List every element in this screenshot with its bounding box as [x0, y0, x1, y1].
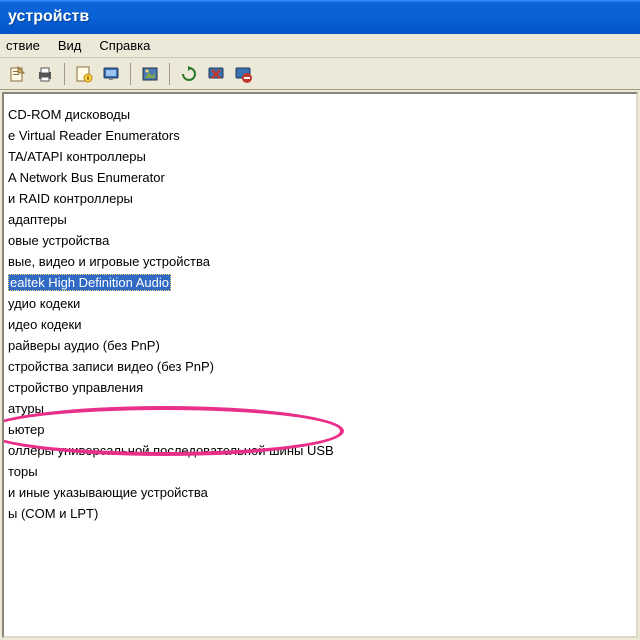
- tree-item[interactable]: ealtek High Definition Audio: [4, 272, 636, 293]
- tree-item[interactable]: ьютер: [4, 419, 636, 440]
- device-tree[interactable]: CD-ROM дисководы e Virtual Reader Enumera…: [2, 92, 638, 638]
- toolbar-disable-button[interactable]: [231, 62, 255, 86]
- tree-item[interactable]: CD-ROM дисководы: [4, 104, 636, 125]
- toolbar-monitor-button[interactable]: [99, 62, 123, 86]
- tree-item-label: ы (COM и LPT): [8, 506, 98, 521]
- tree-item-label: и RAID контроллеры: [8, 191, 133, 206]
- toolbar-properties-button[interactable]: [72, 62, 96, 86]
- toolbar-action-button[interactable]: [6, 62, 30, 86]
- tree-item[interactable]: удио кодеки: [4, 293, 636, 314]
- tree-item-label: вые, видео и игровые устройства: [8, 254, 210, 269]
- tree-item[interactable]: адаптеры: [4, 209, 636, 230]
- toolbar-uninstall-button[interactable]: [204, 62, 228, 86]
- tree-item[interactable]: и RAID контроллеры: [4, 188, 636, 209]
- tree-item[interactable]: стройства записи видео (без PnP): [4, 356, 636, 377]
- tree-item-label: идео кодеки: [8, 317, 81, 332]
- tree-item-label: адаптеры: [8, 212, 67, 227]
- menu-help[interactable]: Справка: [99, 38, 150, 53]
- toolbar-image-button[interactable]: [138, 62, 162, 86]
- tree-item-label: ealtek High Definition Audio: [8, 274, 171, 291]
- device-manager-window: устройств ствие Вид Справка: [0, 0, 640, 640]
- menu-view[interactable]: Вид: [58, 38, 82, 53]
- tree-item[interactable]: идео кодеки: [4, 314, 636, 335]
- tree-item[interactable]: и иные указывающие устройства: [4, 482, 636, 503]
- tree-item-label: CD-ROM дисководы: [8, 107, 130, 122]
- toolbar-separator: [130, 63, 131, 85]
- toolbar-separator: [169, 63, 170, 85]
- tree-item-label: стройство управления: [8, 380, 143, 395]
- tree-item-label: райверы аудио (без PnP): [8, 338, 160, 353]
- tree-item[interactable]: оллеры универсальной последовательной ши…: [4, 440, 636, 461]
- tree-item[interactable]: вые, видео и игровые устройства: [4, 251, 636, 272]
- tree-item[interactable]: TA/ATAPI контроллеры: [4, 146, 636, 167]
- tree-item-label: e Virtual Reader Enumerators: [8, 128, 180, 143]
- tree-item[interactable]: торы: [4, 461, 636, 482]
- toolbar-refresh-button[interactable]: [177, 62, 201, 86]
- tree-item-label: оллеры универсальной последовательной ши…: [8, 443, 334, 458]
- tree-item[interactable]: стройство управления: [4, 377, 636, 398]
- window-title: устройств: [8, 8, 89, 26]
- tree-item[interactable]: атуры: [4, 398, 636, 419]
- tree-item[interactable]: овые устройства: [4, 230, 636, 251]
- tree-item-label: торы: [8, 464, 38, 479]
- toolbar-separator: [64, 63, 65, 85]
- menu-action[interactable]: ствие: [6, 38, 40, 53]
- tree-item-label: овые устройства: [8, 233, 109, 248]
- tree-item-label: атуры: [8, 401, 44, 416]
- tree-item[interactable]: e Virtual Reader Enumerators: [4, 125, 636, 146]
- tree-item-label: ьютер: [8, 422, 45, 437]
- tree-item-label: и иные указывающие устройства: [8, 485, 208, 500]
- menu-bar: ствие Вид Справка: [0, 34, 640, 58]
- tree-item-label: TA/ATAPI контроллеры: [8, 149, 146, 164]
- tree-item-label: A Network Bus Enumerator: [8, 170, 165, 185]
- titlebar: устройств: [0, 0, 640, 34]
- toolbar: [0, 58, 640, 90]
- tree-item[interactable]: райверы аудио (без PnP): [4, 335, 636, 356]
- tree-item[interactable]: A Network Bus Enumerator: [4, 167, 636, 188]
- tree-item-label: удио кодеки: [8, 296, 80, 311]
- tree-item[interactable]: ы (COM и LPT): [4, 503, 636, 524]
- tree-item-label: стройства записи видео (без PnP): [8, 359, 214, 374]
- toolbar-print-button[interactable]: [33, 62, 57, 86]
